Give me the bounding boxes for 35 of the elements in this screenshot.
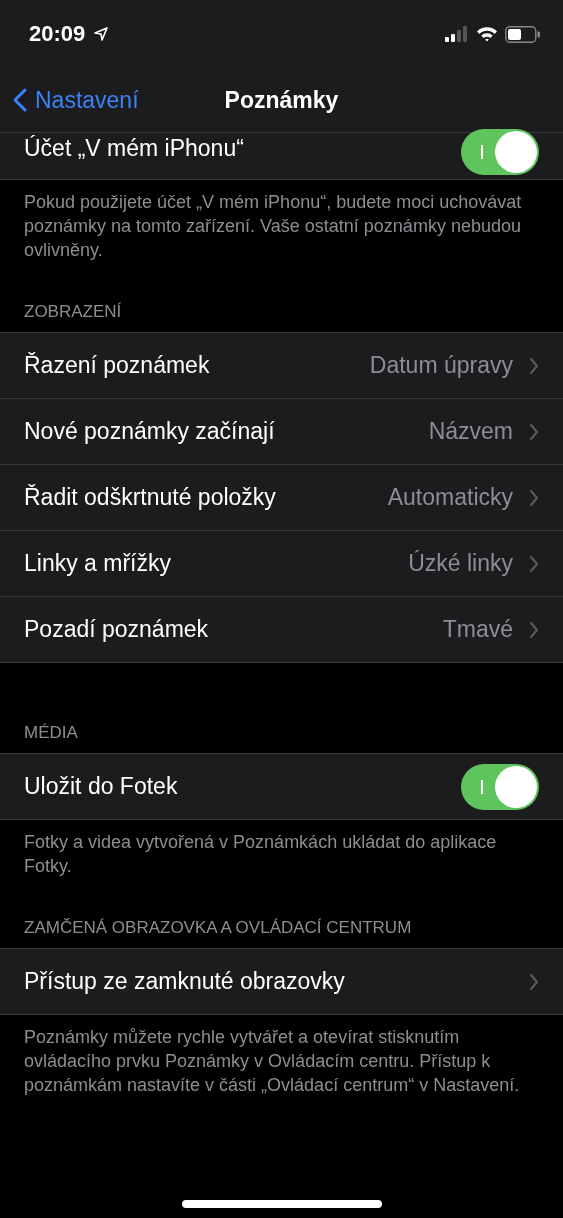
row-value: Názvem xyxy=(428,418,513,445)
chevron-right-icon[interactable] xyxy=(529,356,539,375)
chevron-right-icon[interactable] xyxy=(529,422,539,441)
row-label: Přístup ze zamknuté obrazovky xyxy=(24,968,346,995)
section-footnote: Fotky a videa vytvořená v Poznámkách ukládat do aplikace Fotky. xyxy=(23,831,498,878)
row-label: Uložit do Fotek xyxy=(24,773,179,800)
back-button[interactable]: Nastavení xyxy=(0,86,139,114)
chevron-right-icon[interactable] xyxy=(529,620,539,639)
row-label: Řazení poznámek xyxy=(24,352,211,379)
chevron-right-icon[interactable] xyxy=(529,554,539,573)
row-label: Pozadí poznámek xyxy=(24,616,210,643)
row-value: Datum úpravy xyxy=(369,352,513,379)
section-header: ZOBRAZENÍ xyxy=(23,301,123,323)
section-footnote: Pokud použijete účet „V mém iPhonu“, budete moci uchovávat poznámky na tomto zařízení. Vaše ostatní poznámky nebudou ovlivněny. xyxy=(23,191,523,262)
row-value: Úzké linky xyxy=(408,550,513,577)
section-header: MÉDIA xyxy=(23,722,79,744)
status-time: 20:09 xyxy=(29,21,86,47)
row-label: Nové poznámky začínají xyxy=(24,418,276,445)
row-label: Účet „V mém iPhonu“ xyxy=(24,135,245,162)
toggle-switch[interactable] xyxy=(461,763,539,810)
battery-icon xyxy=(505,25,541,43)
toggle-switch[interactable] xyxy=(461,129,539,175)
row-label: Linky a mřížky xyxy=(24,550,172,577)
page-title: Poznámky xyxy=(224,86,339,114)
row-value: Automaticky xyxy=(387,484,513,511)
row-value: Tmavé xyxy=(442,616,513,643)
chevron-right-icon[interactable] xyxy=(529,972,539,991)
row-label: Řadit odškrtnuté položky xyxy=(24,484,277,511)
location-arrow-icon xyxy=(94,27,109,41)
section-footnote: Poznámky můžete rychle vytvářet a otevírat stisknutím ovládacího prvku Poznámky v Ovládacím centru. Přístup k poznámkám nastavíte v části „Ovládací centrum“ v Nastavení. xyxy=(23,1026,521,1097)
wifi-icon xyxy=(476,26,498,42)
signal-icon xyxy=(445,26,469,42)
chevron-left-icon xyxy=(13,88,27,112)
section-header: ZAMČENÁ OBRAZOVKA A OVLÁDACÍ CENTRUM xyxy=(23,917,413,939)
chevron-right-icon[interactable] xyxy=(529,488,539,507)
